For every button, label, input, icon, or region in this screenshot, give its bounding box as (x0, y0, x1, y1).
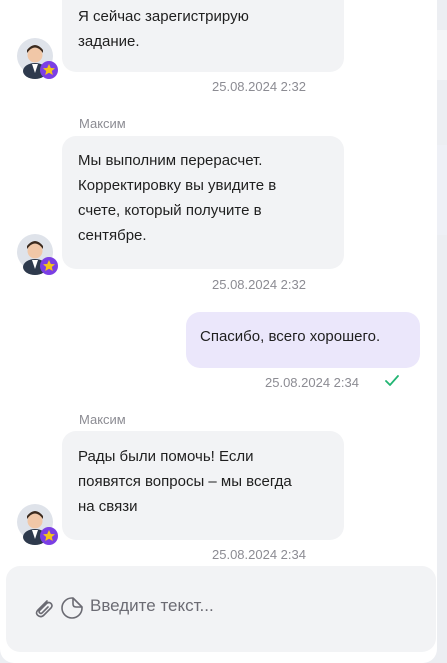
message-timestamp: 25.08.2024 2:32 (212, 79, 306, 94)
message-text: на связи (78, 498, 138, 515)
message-timestamp: 25.08.2024 2:32 (212, 277, 306, 292)
message-text: Спасибо, всего хорошего. (200, 328, 381, 345)
message-text: Рады были помочь! Если (78, 448, 254, 465)
message-text: Мы выполним перерасчет. (78, 152, 263, 169)
message-text: счете, который получите в (78, 202, 262, 219)
sender-name: Максим (79, 116, 126, 131)
background-panel (437, 30, 447, 80)
message-text: сентябре. (78, 227, 147, 244)
message-timestamp: 25.08.2024 2:34 (265, 375, 359, 390)
read-check-icon (385, 375, 399, 386)
incoming-message: Рады были помочь! Если появятся вопросы … (62, 431, 344, 540)
message-text: Я сейчас зарегистрирую (78, 8, 249, 25)
avatar (17, 38, 58, 79)
chat-window: Я сейчас зарегистрирую задание. 25.08.20… (0, 0, 437, 663)
incoming-message: Мы выполним перерасчет. Корректировку вы… (62, 136, 344, 269)
paperclip-icon[interactable] (32, 596, 54, 620)
avatar (17, 234, 58, 275)
sender-name: Максим (79, 412, 126, 427)
message-text: задание. (78, 33, 140, 50)
incoming-message: Я сейчас зарегистрирую задание. (62, 0, 344, 72)
message-timestamp: 25.08.2024 2:34 (212, 547, 306, 562)
sticker-icon[interactable] (60, 596, 84, 620)
message-text: появятся вопросы – мы всегда (78, 473, 292, 490)
message-input[interactable]: Введите текст... (90, 596, 214, 616)
outgoing-message: Спасибо, всего хорошего. (186, 312, 420, 368)
avatar (17, 504, 58, 545)
message-text: Корректировку вы увидите в (78, 177, 277, 194)
